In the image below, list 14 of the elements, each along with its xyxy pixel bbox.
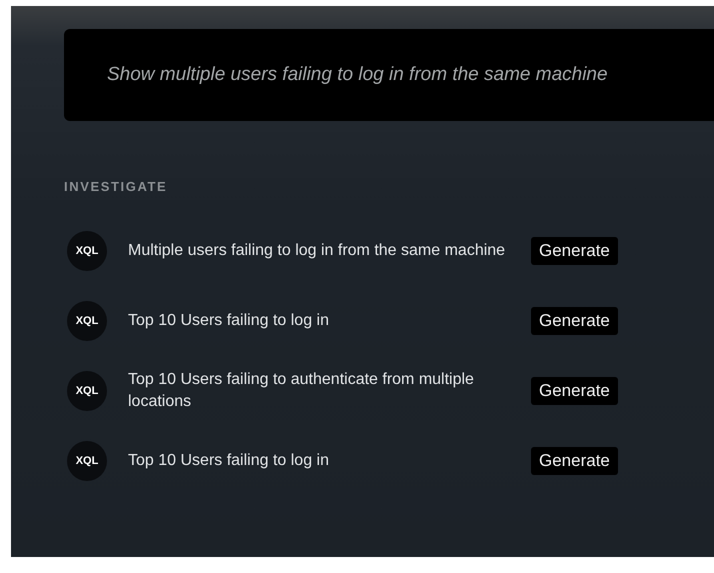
prompt-text: Show multiple users failing to log in from the same machine (64, 29, 714, 121)
query-text: Multiple users failing to log in from the same machine (128, 241, 506, 261)
xql-badge: XQL (67, 441, 107, 481)
section-title: INVESTIGATE (64, 179, 168, 194)
query-text: Top 10 Users failing to log in (128, 311, 330, 331)
generate-button[interactable]: Generate (531, 307, 618, 335)
generate-button[interactable]: Generate (531, 377, 618, 405)
xql-badge: XQL (67, 301, 107, 341)
generate-button[interactable]: Generate (531, 237, 618, 265)
query-text: Top 10 Users failing to authenticate from multiple locations (128, 370, 475, 412)
xql-badge: XQL (67, 231, 107, 271)
query-text: Top 10 Users failing to log in (128, 451, 330, 471)
xql-badge: XQL (67, 371, 107, 411)
generate-button[interactable]: Generate (531, 447, 618, 475)
